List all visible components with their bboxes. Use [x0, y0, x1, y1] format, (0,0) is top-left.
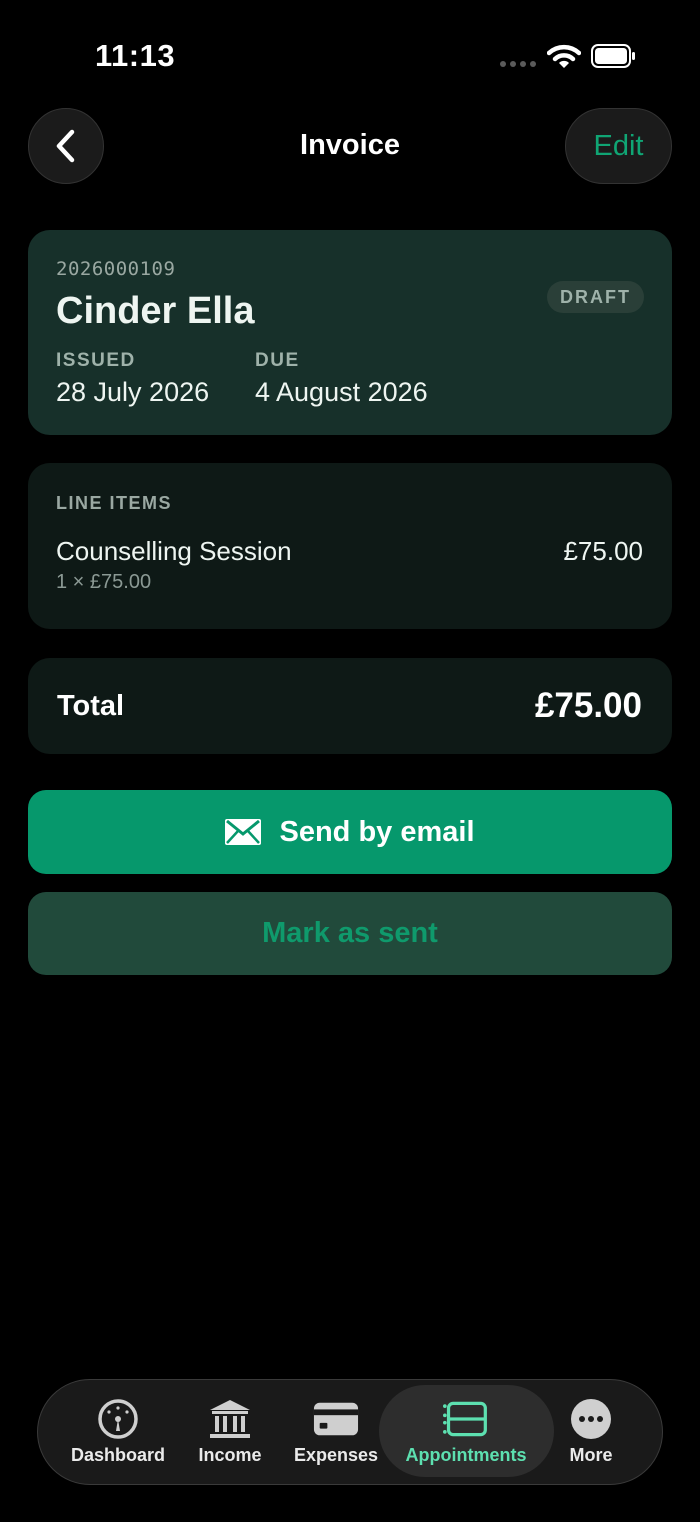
issued-date: 28 July 2026 — [56, 377, 210, 407]
credit-card-icon — [313, 1402, 359, 1436]
line-items-heading: LINE ITEMS — [56, 493, 173, 513]
status-badge: DRAFT — [547, 281, 644, 313]
status-time: 11:13 — [95, 38, 176, 73]
client-name: Cinder Ella — [56, 290, 255, 332]
due-date: 4 August 2026 — [255, 377, 428, 407]
tab-dashboard[interactable]: Dashboard — [71, 1396, 165, 1466]
tab-more[interactable]: More — [562, 1396, 620, 1466]
more-icon — [571, 1399, 611, 1439]
bank-icon — [210, 1400, 250, 1438]
tab-more-label: More — [569, 1445, 613, 1465]
invoice-number: 2026000109 — [56, 258, 176, 280]
mark-as-sent-label: Mark as sent — [262, 917, 438, 949]
send-by-email-button[interactable]: Send by email — [28, 790, 672, 874]
tab-expenses-label: Expenses — [293, 1445, 379, 1465]
send-by-email-label: Send by email — [279, 815, 475, 848]
tab-dashboard-label: Dashboard — [70, 1445, 166, 1465]
mark-as-sent-button[interactable]: Mark as sent — [28, 892, 672, 975]
battery-icon — [591, 44, 635, 68]
total-label: Total — [57, 690, 125, 722]
issued-label: ISSUED — [56, 350, 136, 371]
total-amount: £75.00 — [534, 686, 642, 725]
due-label: DUE — [255, 350, 300, 371]
line-item-name: Counselling Session — [56, 536, 292, 566]
cellular-signal-icon — [500, 61, 536, 67]
gauge-icon — [98, 1399, 138, 1439]
wifi-icon — [547, 44, 581, 68]
line-item-amount: £75.00 — [563, 536, 643, 566]
edit-button[interactable]: Edit — [565, 108, 672, 184]
appointments-icon — [443, 1401, 487, 1437]
tab-expenses[interactable]: Expenses — [294, 1396, 378, 1466]
tab-appointments-label: Appointments — [405, 1445, 527, 1465]
tab-income-label: Income — [198, 1445, 262, 1465]
tab-income[interactable]: Income — [195, 1396, 265, 1466]
envelope-icon — [225, 819, 262, 845]
line-item-detail: 1 × £75.00 — [56, 571, 152, 593]
tab-appointments[interactable]: Appointments — [402, 1396, 530, 1466]
